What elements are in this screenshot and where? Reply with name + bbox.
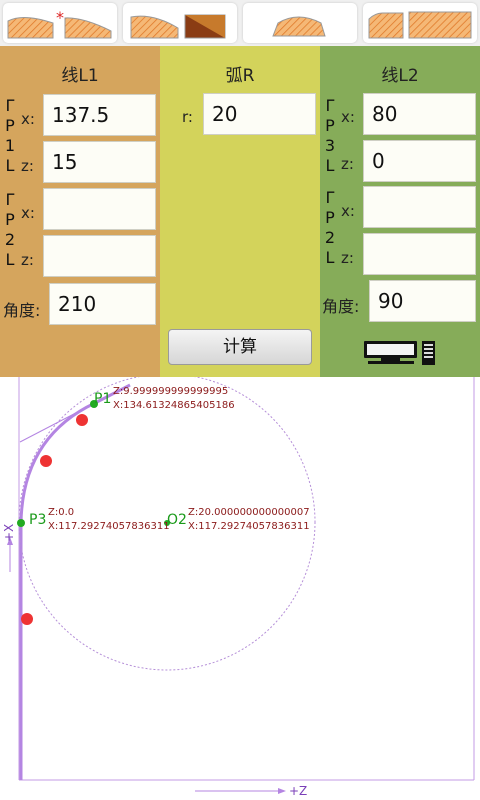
l2-p3-x-input[interactable]: 80 xyxy=(363,93,476,135)
p3-label-part: P xyxy=(325,116,335,135)
p2-label-part: 2 xyxy=(324,228,336,247)
profile-line-arc-line-icon: * xyxy=(7,8,112,39)
p1-x-label: x: xyxy=(21,110,35,128)
p3-z-label: z: xyxy=(341,155,354,173)
p2-label-part: Γ xyxy=(325,188,335,207)
x-axis-label: +X xyxy=(2,524,16,542)
p3-label: P3 xyxy=(29,512,46,528)
o2-z-value: Z:20.000000000000007 xyxy=(188,507,310,518)
l2-p2-z-input[interactable] xyxy=(363,233,476,275)
l1-p2-x-input[interactable] xyxy=(43,188,156,230)
profile-step-arc-icon xyxy=(368,11,472,39)
profile-step-arc-button[interactable] xyxy=(363,3,477,43)
l2-angle-input[interactable]: 90 xyxy=(369,280,476,322)
l1-angle-input[interactable]: 210 xyxy=(49,283,156,325)
marker-dot xyxy=(40,455,52,467)
arc-r-input[interactable]: 20 xyxy=(203,93,316,135)
p2-z-label: z: xyxy=(21,251,34,269)
computer-icon[interactable] xyxy=(363,340,439,366)
o2-x-value: X:117.29274057836311 xyxy=(188,521,310,532)
marker-dot xyxy=(21,613,33,625)
selected-marker: * xyxy=(56,8,64,27)
z-arrow-head xyxy=(278,788,286,794)
l2-angle-label: 角度: xyxy=(322,297,360,316)
p2-label-part: L xyxy=(325,248,335,267)
p3-label-part: 3 xyxy=(324,136,336,155)
p1-label-part: Γ xyxy=(5,96,15,115)
profile-arc-hump-icon xyxy=(272,16,326,37)
p1-z-value: Z:9.999999999999995 xyxy=(113,386,228,397)
p1-label-part: L xyxy=(5,156,15,175)
l1-p1-z-input[interactable]: 15 xyxy=(43,141,156,183)
p3-label-part: Γ xyxy=(325,96,335,115)
l1-angle-label: 角度: xyxy=(3,301,41,320)
p2-label-part: 2 xyxy=(4,230,16,249)
profile-arc-chamfer-icon xyxy=(130,14,226,39)
p1-z-label: z: xyxy=(21,157,34,175)
calculate-button[interactable]: 计算 xyxy=(168,329,312,365)
profile-arc-chamfer-button[interactable] xyxy=(123,3,237,43)
p1-x-value: X:134.61324865405186 xyxy=(113,400,235,411)
arc-r-panel: 弧R r: 20 计算 xyxy=(160,46,320,377)
line-l1-title: 线L1 xyxy=(61,66,99,86)
p2-label-part: Γ xyxy=(5,190,15,209)
p3-label-part: L xyxy=(325,156,335,175)
l2-p2-x-label: x: xyxy=(341,202,355,220)
p1-label-part: 1 xyxy=(4,136,16,155)
o2-label: O2 xyxy=(167,512,187,528)
l2-p2-x-input[interactable] xyxy=(363,186,476,228)
profile-drawing: P1 Z:9.999999999999995 X:134.61324865405… xyxy=(2,377,475,798)
r-label: r: xyxy=(182,108,193,126)
p1-label: P1 xyxy=(94,391,111,407)
p2-x-label: x: xyxy=(21,204,35,222)
p3-x-value: X:117.29274057836311 xyxy=(48,521,170,532)
p3-x-label: x: xyxy=(341,108,355,126)
profile-arc-hump-button[interactable] xyxy=(243,3,357,43)
point-p2-label: Γ P 2 L xyxy=(2,190,18,270)
point-p3[interactable] xyxy=(17,519,25,527)
profile-type-toolbar: * xyxy=(0,0,480,46)
p2-label-part: P xyxy=(5,210,15,229)
line-l1-panel: 线L1 Γ P 1 L x: 137.5 z: 15 Γ P 2 L x: z:… xyxy=(0,46,160,377)
point-p1-label: Γ P 1 L xyxy=(2,96,18,176)
l1-p2-z-input[interactable] xyxy=(43,235,156,277)
profile-drawing-canvas[interactable]: P1 Z:9.999999999999995 X:134.61324865405… xyxy=(0,377,480,800)
arc-r-title: 弧R xyxy=(225,66,255,86)
p3-z-value: Z:0.0 xyxy=(48,507,74,518)
point-p2-label: Γ P 2 L xyxy=(322,188,338,268)
l1-p1-x-input[interactable]: 137.5 xyxy=(43,94,156,136)
profile-line-arc-line-button[interactable]: * xyxy=(3,3,117,43)
p2-label-part: L xyxy=(5,250,15,269)
p2-label-part: P xyxy=(325,208,335,227)
z-axis-label: +Z xyxy=(289,784,307,798)
l2-p3-z-input[interactable]: 0 xyxy=(363,140,476,182)
l2-p2-z-label: z: xyxy=(341,249,354,267)
line-l2-panel: 线L2 Γ P 3 L x: 80 z: 0 Γ P 2 L x: z: 角度:… xyxy=(320,46,480,377)
marker-dot xyxy=(76,414,88,426)
p1-label-part: P xyxy=(5,116,15,135)
line-l2-title: 线L2 xyxy=(381,66,419,86)
point-p3-label: Γ P 3 L xyxy=(322,96,338,176)
